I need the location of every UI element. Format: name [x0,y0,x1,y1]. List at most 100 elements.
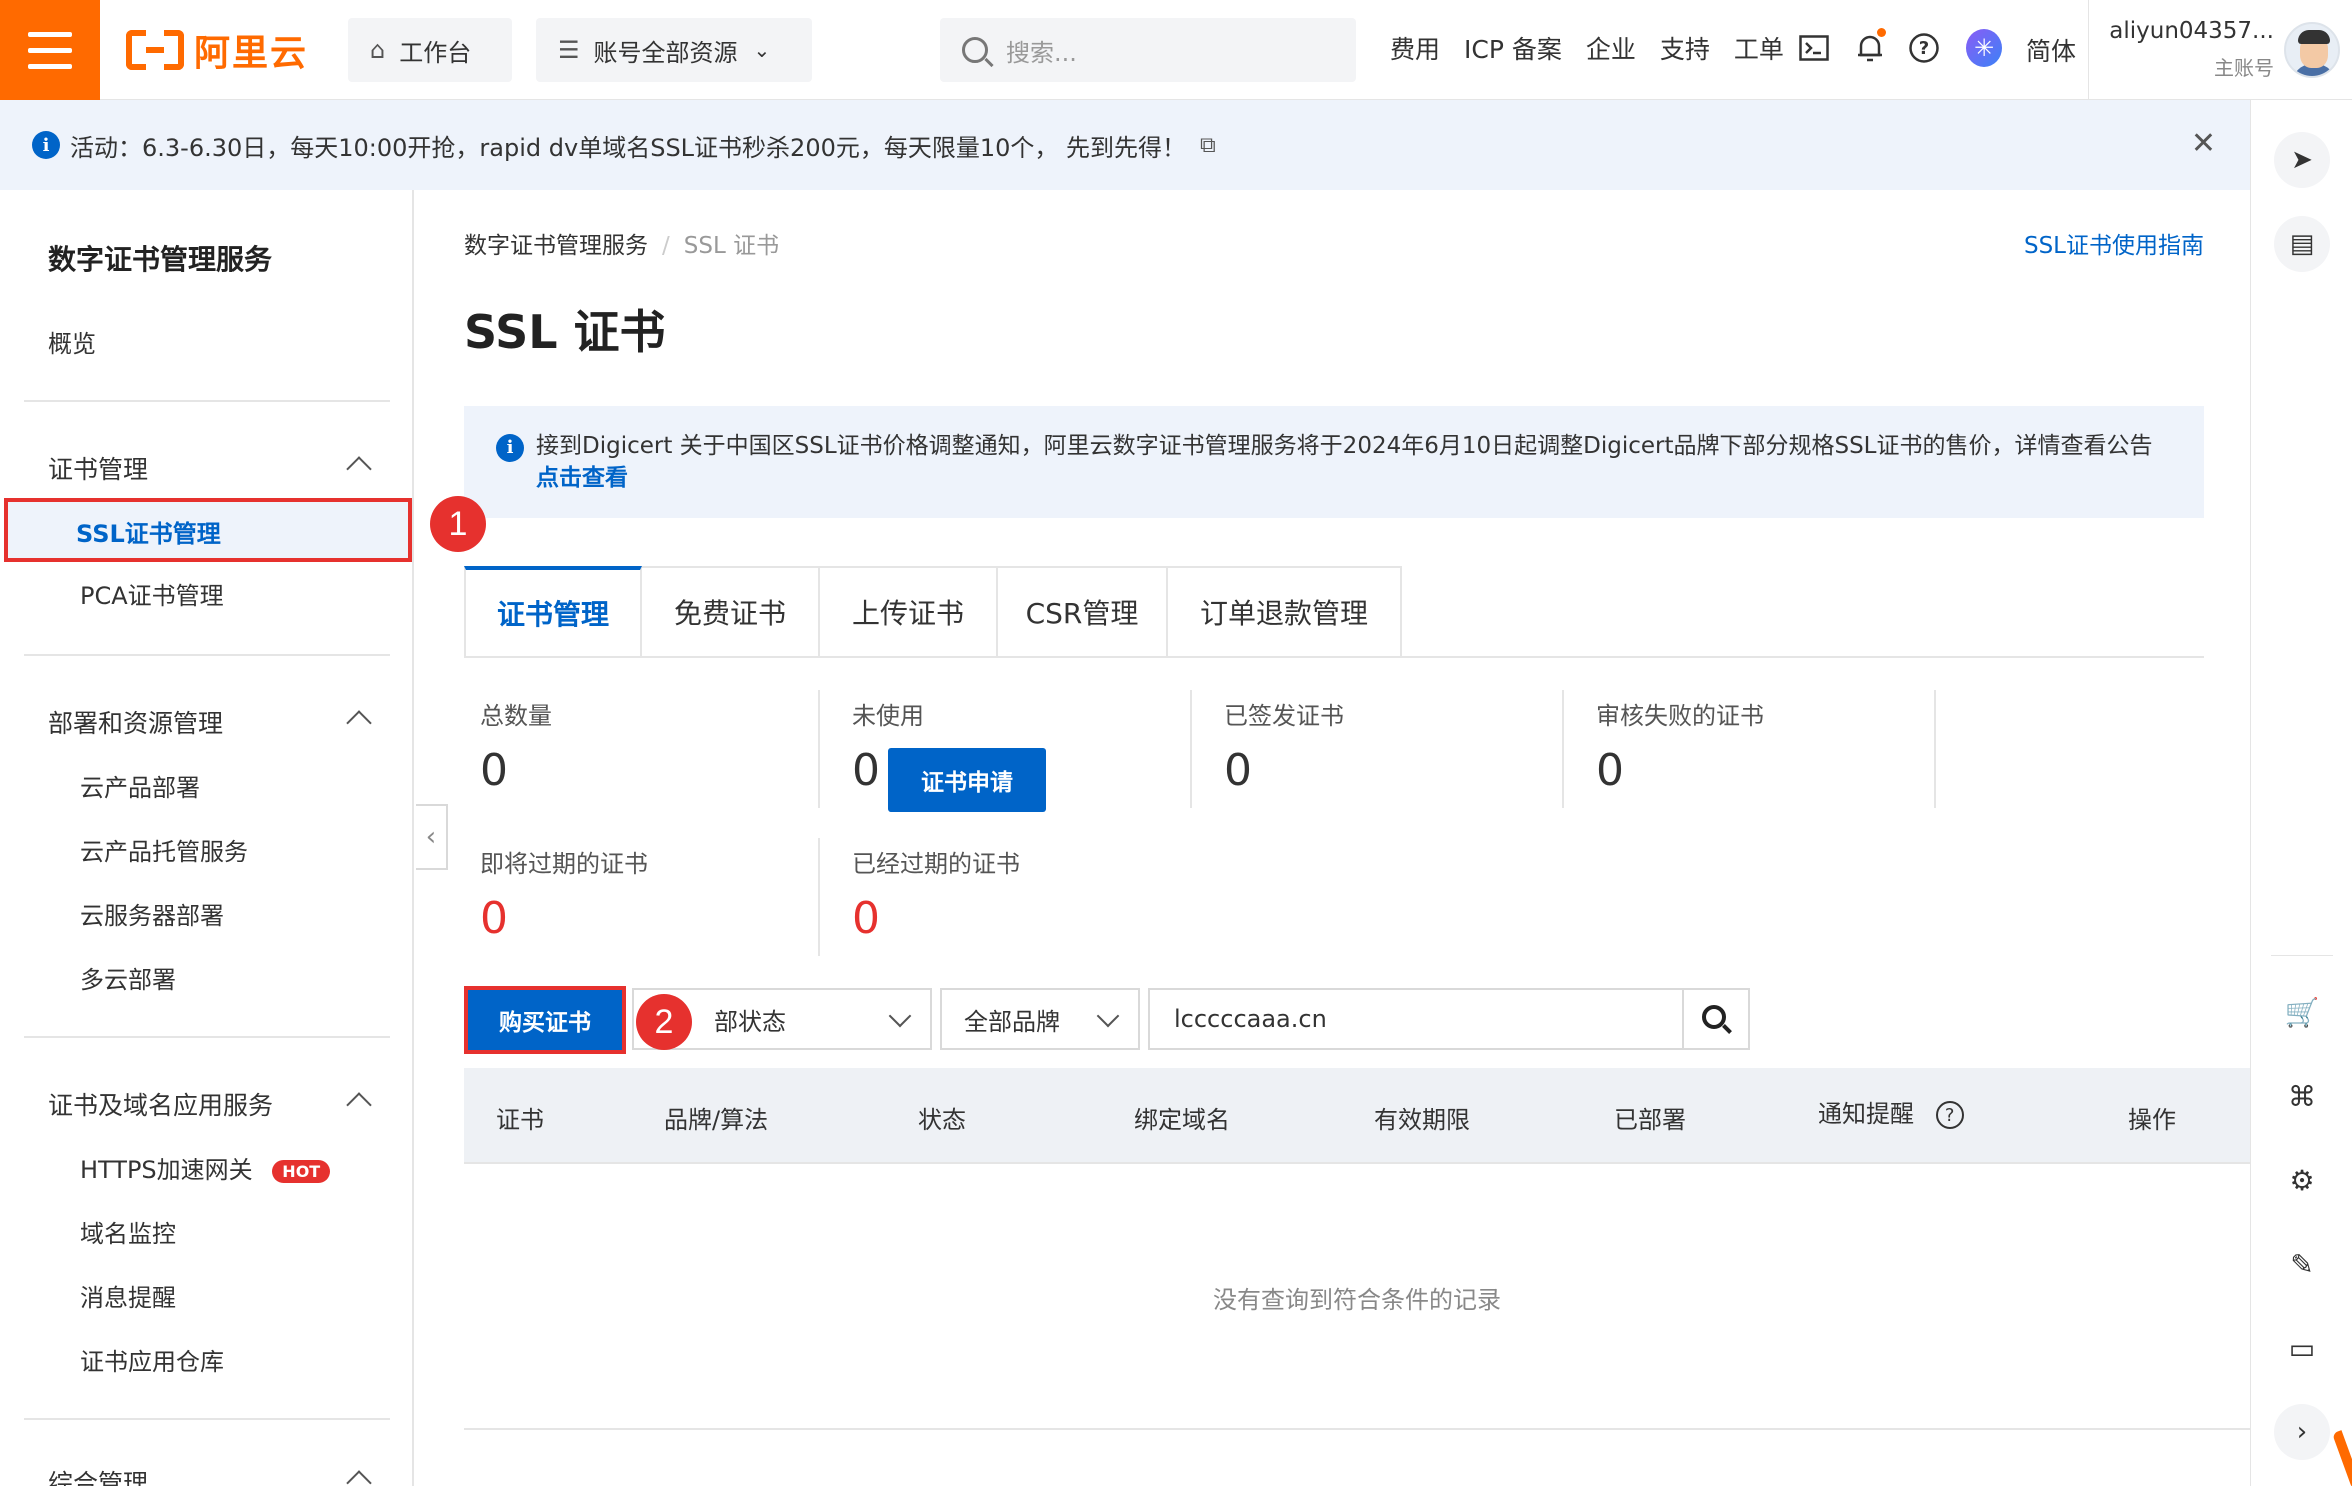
bell-icon[interactable] [1852,28,1888,66]
buy-cert-button[interactable]: 购买证书 [464,986,626,1054]
tabs-underline [464,656,2204,658]
chevron-down-icon [888,1004,912,1028]
sidebar-group-cert-management[interactable]: 证书管理 [48,450,372,486]
group-label: 证书管理 [48,455,149,484]
notice-text: 接到Digicert 关于中国区SSL证书价格调整通知，阿里云数字证书管理服务将… [536,433,2153,459]
help-icon[interactable]: ? [1935,1101,1964,1129]
sidebar-item-message-alert[interactable]: 消息提醒 [80,1278,176,1313]
list-icon: ☰ [558,36,580,64]
chevron-up-icon [346,1092,372,1118]
stat-value: 0 [1596,745,1624,796]
stat-label: 总数量 [480,702,552,730]
search-icon [962,37,988,63]
sidebar-item-server-deploy[interactable]: 云服务器部署 [80,896,224,931]
external-link-icon[interactable]: ⧉ [1200,133,1216,158]
search-value: lcccccaaa.cn [1174,1005,1327,1033]
info-icon: i [496,434,524,462]
notice-link[interactable]: 点击查看 [496,462,2204,494]
nav-link-cost[interactable]: 费用 [1390,30,1440,66]
ai-assistant-icon[interactable]: ✳ [1966,29,2002,67]
stat-total: 总数量 0 [480,696,552,796]
tab-cert-management[interactable]: 证书管理 [464,566,642,658]
right-tool-rail: ➤ ▤ 🛒 ⌘ ⚙ ✎ ▭ › [2250,100,2352,1486]
sidebar-item-domain-monitor[interactable]: 域名监控 [80,1214,176,1249]
apply-cert-button[interactable]: 证书申请 [888,748,1046,812]
column-header: 已部署 [1614,1106,1686,1134]
settings-icon[interactable]: ⚙ [2274,1152,2330,1208]
sidebar-group-deploy[interactable]: 部署和资源管理 [48,704,372,740]
close-icon[interactable]: ✕ [2191,126,2216,161]
language-switch[interactable]: 简体 [2026,32,2076,68]
aliyun-logo[interactable]: 阿里云 [126,26,308,74]
api-icon[interactable]: ⌘ [2274,1068,2330,1124]
hot-badge: HOT [272,1159,331,1183]
tab-refund[interactable]: 订单退款管理 [1168,566,1402,658]
stat-label: 已签发证书 [1224,702,1344,730]
breadcrumb-current: SSL 证书 [683,233,780,259]
breadcrumb-root[interactable]: 数字证书管理服务 [464,233,648,259]
column-header: 状态 [918,1106,966,1134]
terminal-icon[interactable] [1796,30,1832,66]
sidebar-item-overview[interactable]: 概览 [48,324,96,359]
cert-table-header: 证书 品牌/算法 状态 绑定域名 有效期限 已部署 通知提醒 ? 操作 [464,1068,2250,1164]
nav-link-icp[interactable]: ICP 备案 [1464,30,1562,66]
stat-divider [1562,690,1564,808]
help-icon[interactable]: ? [1906,30,1942,66]
sidebar-title: 数字证书管理服务 [48,243,273,276]
stat-value: 0 [852,893,880,944]
account-info[interactable]: aliyun04357... 主账号 [2104,18,2274,81]
tab-free-cert[interactable]: 免费证书 [642,566,820,658]
tab-upload-cert[interactable]: 上传证书 [820,566,998,658]
nav-link-support[interactable]: 支持 [1660,30,1710,66]
edit-icon[interactable]: ✎ [2274,1236,2330,1292]
column-header-notify: 通知提醒 ? [1818,1094,1964,1129]
sidebar-item-pca[interactable]: PCA证书管理 [80,576,224,611]
nav-link-enterprise[interactable]: 企业 [1586,30,1636,66]
sidebar-group-general[interactable]: 综合管理 [48,1464,372,1486]
menu-icon[interactable] [0,0,100,100]
empty-state-text: 没有查询到符合条件的记录 [1213,1286,1501,1314]
domain-search-input[interactable]: lcccccaaa.cn [1148,988,1684,1050]
banner-text[interactable]: 活动：6.3-6.30日，每天10:00开抢，rapid dv单域名SSL证书秒… [70,128,1186,163]
svg-text:?: ? [1919,38,1929,59]
avatar[interactable] [2284,22,2340,78]
aliyun-logo-mark [126,30,184,70]
price-notice: i 接到Digicert 关于中国区SSL证书价格调整通知，阿里云数字证书管理服… [464,406,2204,518]
page-title: SSL 证书 [464,305,666,359]
sidebar-item-cloud-hosting[interactable]: 云产品托管服务 [80,832,248,867]
table-bottom-border [464,1428,2250,1430]
column-header: 操作 [2128,1106,2176,1134]
document-icon[interactable]: ▤ [2274,216,2330,272]
stat-divider [818,838,820,956]
sidebar-item-https-gateway[interactable]: HTTPS加速网关 HOT [80,1150,331,1185]
search-icon [1702,1005,1726,1029]
stat-divider [1190,690,1192,808]
stat-value: 0 [480,893,508,944]
search-button[interactable] [1682,988,1750,1050]
pin-icon[interactable]: ➤ [2274,132,2330,188]
ssl-guide-link[interactable]: SSL证书使用指南 [2024,226,2204,260]
collapse-sidebar-button[interactable]: ‹ [416,804,448,870]
feedback-icon[interactable]: ▭ [2274,1320,2330,1376]
sidebar-item-multi-cloud[interactable]: 多云部署 [80,960,176,995]
tab-csr[interactable]: CSR管理 [998,566,1168,658]
brand-select[interactable]: 全部品牌 [940,988,1140,1050]
brand-select-value: 全部品牌 [964,1007,1060,1036]
logo-text: 阿里云 [194,33,309,74]
account-role: 主账号 [2214,56,2274,80]
resources-dropdown[interactable]: ☰ 账号全部资源 ⌄ [536,18,812,82]
sidebar-group-domain-services[interactable]: 证书及域名应用服务 [48,1086,372,1122]
workbench-button[interactable]: ⌂ 工作台 [348,18,512,82]
expand-icon[interactable]: › [2274,1404,2330,1460]
stat-label: 审核失败的证书 [1596,702,1764,730]
sidebar-item-ssl-label[interactable]: SSL证书管理 [76,514,221,549]
account-name: aliyun04357... [2109,18,2274,44]
top-nav-links: 费用 ICP 备案 企业 支持 工单 [1390,30,1808,66]
column-header: 通知提醒 [1818,1100,1914,1128]
cart-icon[interactable]: 🛒 [2274,984,2330,1040]
global-search-input[interactable]: 搜索... [940,18,1356,82]
nav-link-ticket[interactable]: 工单 [1734,30,1784,66]
group-label: 部署和资源管理 [48,709,224,738]
sidebar-item-cloud-deploy[interactable]: 云产品部署 [80,768,200,803]
sidebar-item-cert-repo[interactable]: 证书应用仓库 [80,1342,224,1377]
